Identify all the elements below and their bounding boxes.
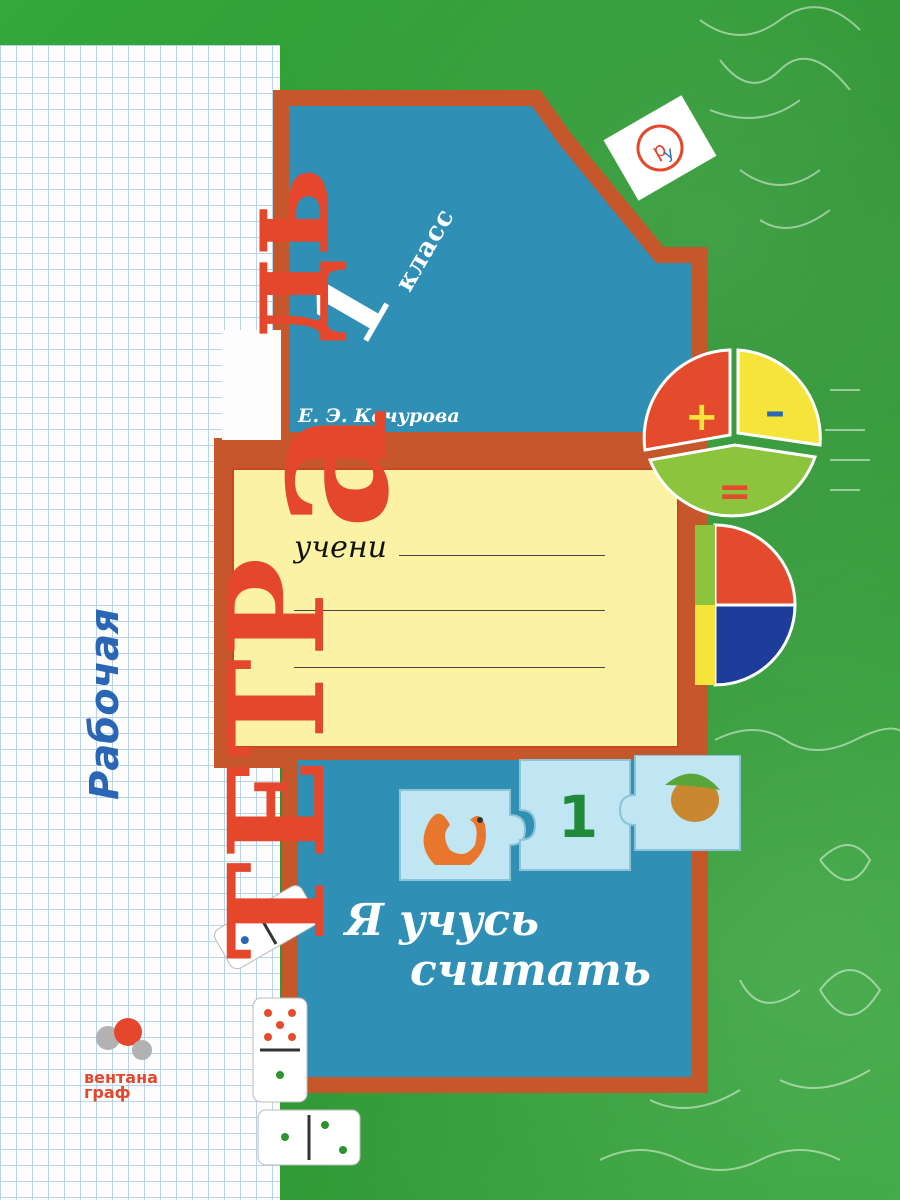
publisher-line2: граф [84,1083,131,1102]
domino-icon [252,997,308,1103]
arithmetic-wheel-icon: + – = [642,348,822,687]
title-part2: дь [205,167,360,345]
puzzle-piece-number: 1 [519,759,631,871]
series-label: Рабочая [82,608,128,800]
puzzle-piece-acorn [618,755,741,851]
main-title-line2: считать [410,945,651,996]
publisher-name: вентана граф [84,1070,158,1102]
puzzle-piece-squirrel [399,789,527,881]
title-part1: ТЕТР [200,555,355,960]
main-title-line1: Я учусь [345,895,540,946]
puzzle-pieces: 1 [399,755,741,881]
domino-icon [257,1109,361,1166]
wheel-equals: = [718,469,752,515]
puzzle-number: 1 [558,783,598,851]
prosveshchenie-logo-icon: р у [603,95,717,201]
wheel-plus: + [685,394,719,440]
label-line[interactable] [399,555,605,556]
ventana-graf-logo-icon [96,1018,152,1060]
title-letter: а [208,406,431,530]
wheel-minus: – [765,389,785,435]
